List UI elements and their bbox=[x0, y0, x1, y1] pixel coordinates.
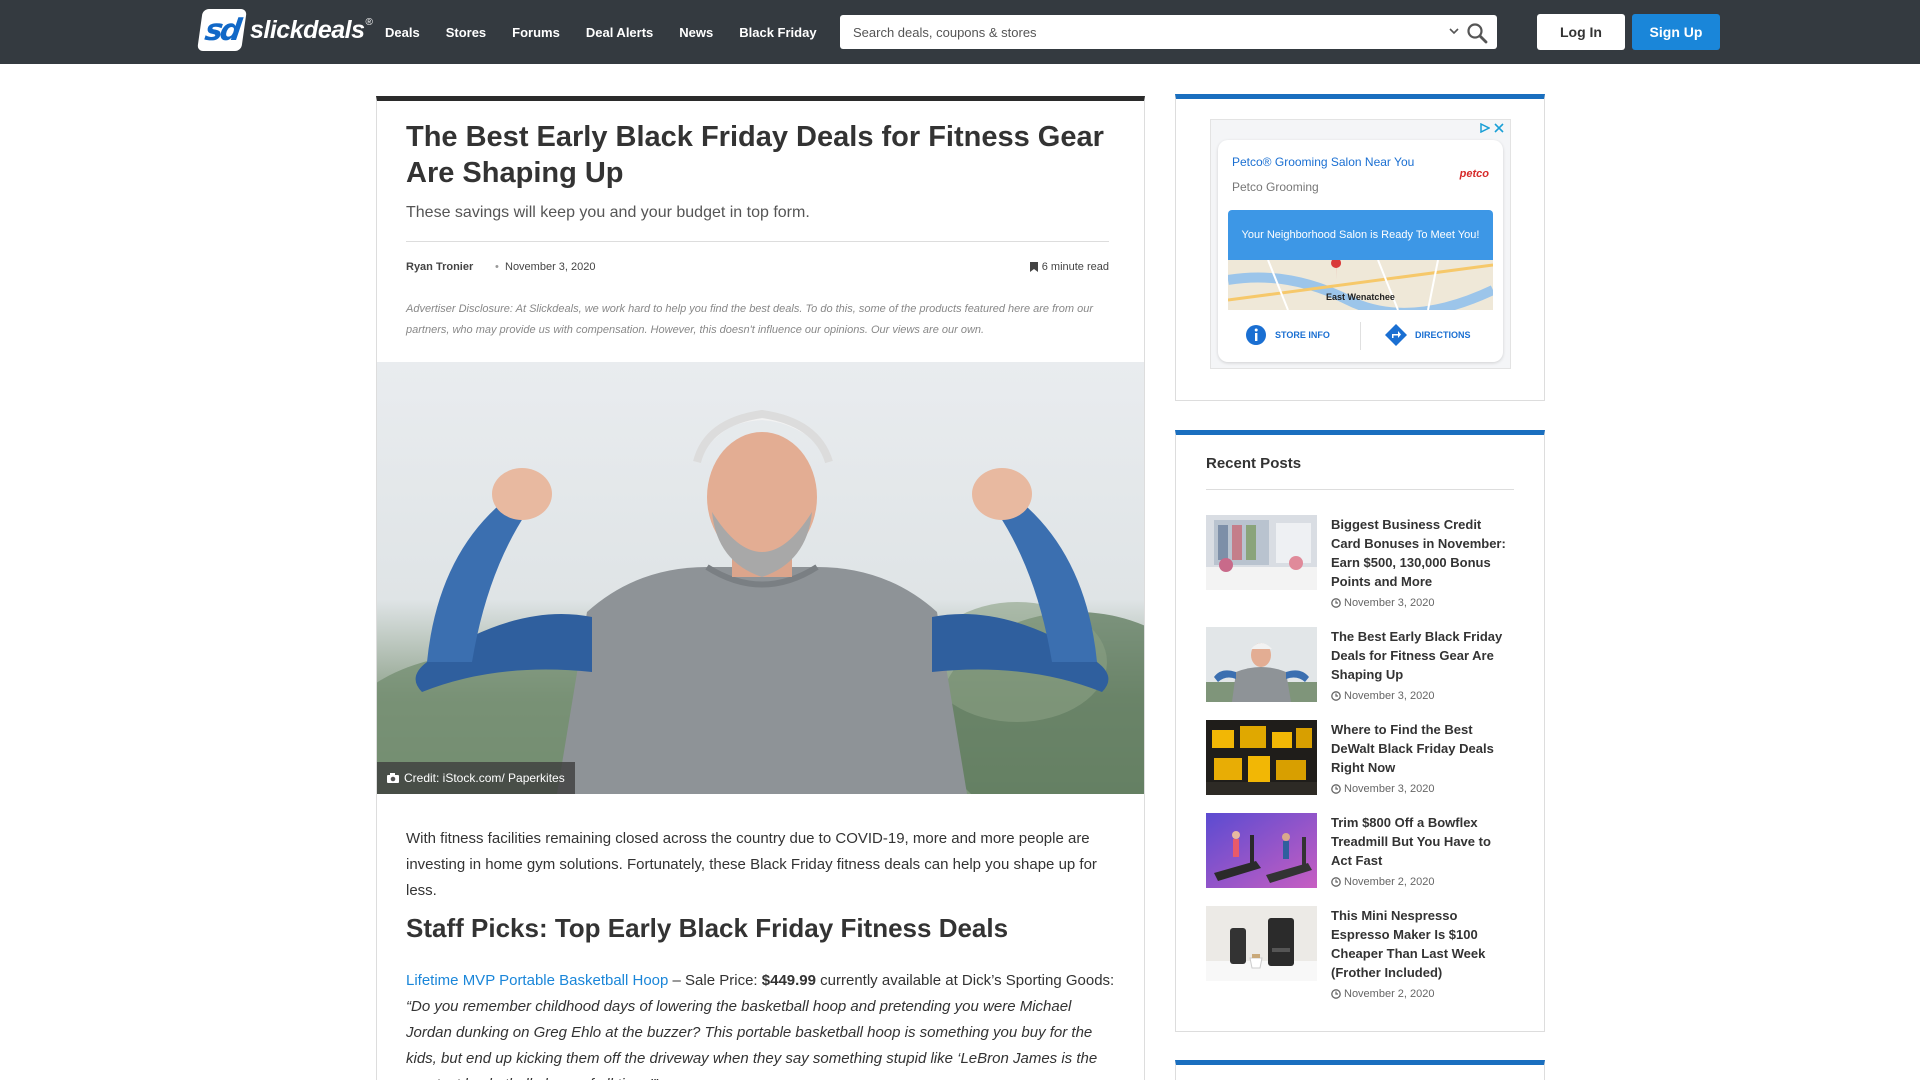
nav-forums[interactable]: Forums bbox=[512, 25, 560, 40]
article-intro: With fitness facilities remaining closed… bbox=[406, 830, 1097, 899]
directions-button[interactable]: DIRECTIONS bbox=[1385, 324, 1471, 346]
post-thumbnail[interactable] bbox=[1206, 906, 1317, 981]
adchoices-icon[interactable] bbox=[1480, 123, 1490, 133]
post-title[interactable]: Biggest Business Credit Card Bonuses in … bbox=[1331, 515, 1511, 591]
close-icon[interactable] bbox=[1494, 123, 1504, 133]
post-thumbnail[interactable] bbox=[1206, 813, 1317, 888]
bookmark-icon bbox=[1029, 262, 1038, 272]
divider bbox=[1206, 489, 1514, 490]
nav-stores[interactable]: Stores bbox=[446, 25, 486, 40]
staff-pick-paragraph: Lifetime MVP Portable Basketball Hoop – … bbox=[406, 968, 1116, 1080]
ad-card[interactable]: Petco® Grooming Salon Near You Petco Gro… bbox=[1218, 140, 1503, 362]
post-title[interactable]: The Best Early Black Friday Deals for Fi… bbox=[1331, 627, 1511, 684]
separator-dot: • bbox=[495, 261, 499, 273]
product-link[interactable]: Lifetime MVP Portable Basketball Hoop bbox=[406, 972, 668, 989]
signup-button[interactable]: Sign Up bbox=[1632, 14, 1720, 50]
nav-deal-alerts[interactable]: Deal Alerts bbox=[586, 25, 653, 40]
post-date-text: November 2, 2020 bbox=[1344, 988, 1435, 1000]
post-title[interactable]: This Mini Nespresso Espresso Maker Is $1… bbox=[1331, 906, 1511, 982]
clock-icon bbox=[1331, 691, 1341, 701]
sidebar-widget bbox=[1175, 1060, 1545, 1080]
logo-wordmark: slickdeals bbox=[250, 15, 365, 44]
search-box bbox=[840, 15, 1497, 49]
post-date: November 3, 2020 bbox=[1331, 597, 1435, 609]
post-thumbnail[interactable] bbox=[1206, 515, 1317, 590]
map-label: East Wenatchee bbox=[1326, 292, 1395, 302]
image-credit-text: Credit: iStock.com/ Paperkites bbox=[404, 771, 565, 785]
post-date-text: November 2, 2020 bbox=[1344, 876, 1435, 888]
post-date: November 3, 2020 bbox=[1331, 690, 1435, 702]
office-photo bbox=[1206, 515, 1317, 590]
main-nav: Deals Stores Forums Deal Alerts News Bla… bbox=[372, 0, 830, 64]
slickdeals-logo[interactable]: sd slickdeals ® bbox=[197, 7, 373, 53]
dewalt-tools-photo bbox=[1206, 720, 1317, 795]
post-thumbnail[interactable] bbox=[1206, 627, 1317, 702]
ad-map[interactable]: East Wenatchee bbox=[1228, 260, 1493, 310]
clock-icon bbox=[1331, 989, 1341, 999]
nav-news[interactable]: News bbox=[679, 25, 713, 40]
image-credit: Credit: iStock.com/ Paperkites bbox=[377, 762, 575, 794]
treadmill-photo bbox=[1206, 813, 1317, 888]
article-subtitle: These savings will keep you and your bud… bbox=[406, 204, 810, 221]
article-card: The Best Early Black Friday Deals for Fi… bbox=[376, 96, 1145, 1080]
ad-headline[interactable]: Petco® Grooming Salon Near You bbox=[1232, 155, 1414, 169]
divider bbox=[1360, 322, 1361, 350]
ad-choices[interactable] bbox=[1480, 123, 1504, 133]
chevron-down-icon[interactable] bbox=[1448, 25, 1460, 37]
hero-image: Credit: iStock.com/ Paperkites bbox=[377, 362, 1144, 794]
product-quote: “Do you remember childhood days of lower… bbox=[406, 998, 1098, 1080]
divider bbox=[406, 241, 1109, 242]
post-date: November 2, 2020 bbox=[1331, 988, 1435, 1000]
post-date-text: November 3, 2020 bbox=[1344, 690, 1435, 702]
price-prefix: – Sale Price: bbox=[668, 972, 762, 989]
sidebar-ad-widget: Petco® Grooming Salon Near You Petco Gro… bbox=[1175, 94, 1545, 401]
post-date-text: November 3, 2020 bbox=[1344, 783, 1435, 795]
espresso-photo bbox=[1206, 906, 1317, 981]
top-navigation-bar: sd slickdeals ® Deals Stores Forums Deal … bbox=[0, 0, 1920, 64]
clock-icon bbox=[1331, 877, 1341, 887]
search-input[interactable] bbox=[840, 15, 1420, 49]
flexing-man-illustration bbox=[377, 409, 1144, 794]
search-icon[interactable] bbox=[1466, 22, 1488, 44]
recent-posts-title: Recent Posts bbox=[1206, 455, 1302, 472]
post-date: November 3, 2020 bbox=[1331, 783, 1435, 795]
ad-cta[interactable]: Your Neighborhood Salon is Ready To Meet… bbox=[1228, 210, 1493, 260]
flexing-man-photo bbox=[1206, 627, 1317, 702]
directions-label: DIRECTIONS bbox=[1415, 330, 1471, 340]
advertisement[interactable]: Petco® Grooming Salon Near You Petco Gro… bbox=[1210, 119, 1511, 369]
ad-advertiser: Petco Grooming bbox=[1232, 180, 1319, 194]
clock-icon bbox=[1331, 784, 1341, 794]
sale-price: $449.99 bbox=[761, 972, 816, 989]
petco-logo: petco bbox=[1459, 168, 1489, 180]
directions-icon bbox=[1385, 324, 1407, 346]
post-date-text: November 3, 2020 bbox=[1344, 597, 1435, 609]
nav-black-friday[interactable]: Black Friday bbox=[739, 25, 816, 40]
post-title[interactable]: Where to Find the Best DeWalt Black Frid… bbox=[1331, 720, 1511, 777]
nav-deals[interactable]: Deals bbox=[385, 25, 420, 40]
recent-posts-widget: Recent Posts Biggest Business Credit Car… bbox=[1175, 430, 1545, 1032]
logo-mark: sd bbox=[197, 9, 247, 51]
read-time: 6 minute read bbox=[1029, 261, 1109, 273]
store-info-label: STORE INFO bbox=[1275, 330, 1330, 340]
publish-date: November 3, 2020 bbox=[505, 261, 596, 273]
store-info-button[interactable]: STORE INFO bbox=[1245, 324, 1330, 346]
author-link[interactable]: Ryan Tronier bbox=[406, 261, 473, 273]
advertiser-disclosure: Advertiser Disclosure: At Slickdeals, we… bbox=[406, 303, 1094, 336]
camera-icon bbox=[387, 773, 399, 783]
article-title: The Best Early Black Friday Deals for Fi… bbox=[406, 121, 1104, 189]
map-illustration bbox=[1228, 260, 1493, 310]
login-button[interactable]: Log In bbox=[1537, 14, 1625, 50]
info-icon bbox=[1246, 325, 1266, 345]
section-heading: Staff Picks: Top Early Black Friday Fitn… bbox=[406, 913, 1009, 943]
clock-icon bbox=[1331, 598, 1341, 608]
post-date: November 2, 2020 bbox=[1331, 876, 1435, 888]
post-thumbnail[interactable] bbox=[1206, 720, 1317, 795]
price-suffix: currently available at Dick’s Sporting G… bbox=[816, 972, 1115, 989]
post-title[interactable]: Trim $800 Off a Bowflex Treadmill But Yo… bbox=[1331, 813, 1511, 870]
read-time-label: 6 minute read bbox=[1041, 261, 1109, 273]
